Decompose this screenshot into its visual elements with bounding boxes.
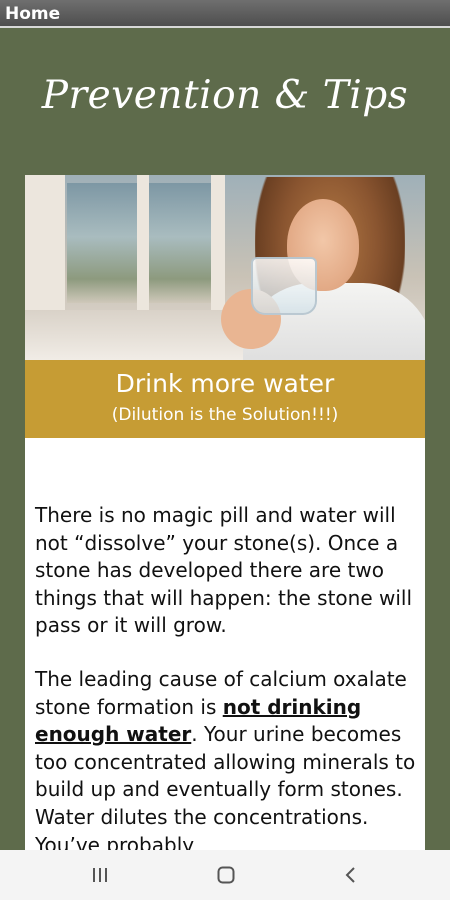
home-link[interactable]: Home — [5, 4, 60, 24]
system-nav-bar — [0, 850, 450, 900]
tip-heading: Drink more water — [115, 369, 335, 398]
tip-subheading: (Dilution is the Solution!!!) — [111, 405, 339, 425]
tip-paragraph-2: The leading cause of calcium oxalate sto… — [35, 666, 425, 850]
home-icon[interactable] — [211, 862, 241, 888]
tip-paragraph-1: There is no magic pill and water will no… — [35, 503, 413, 638]
recent-apps-icon[interactable] — [85, 862, 115, 888]
tip-body: There is no magic pill and water will no… — [35, 502, 425, 850]
app-header: Home — [0, 0, 450, 28]
tip-card: Drink more water (Dilution is the Soluti… — [25, 175, 425, 850]
content-page[interactable]: Prevention & Tips Drink more water (Dilu… — [0, 30, 450, 850]
water-glass-image — [251, 257, 317, 315]
back-icon[interactable] — [336, 862, 366, 888]
tip-photo — [25, 175, 425, 360]
page-title: Prevention & Tips — [41, 73, 409, 118]
tip-banner: Drink more water (Dilution is the Soluti… — [25, 360, 425, 438]
